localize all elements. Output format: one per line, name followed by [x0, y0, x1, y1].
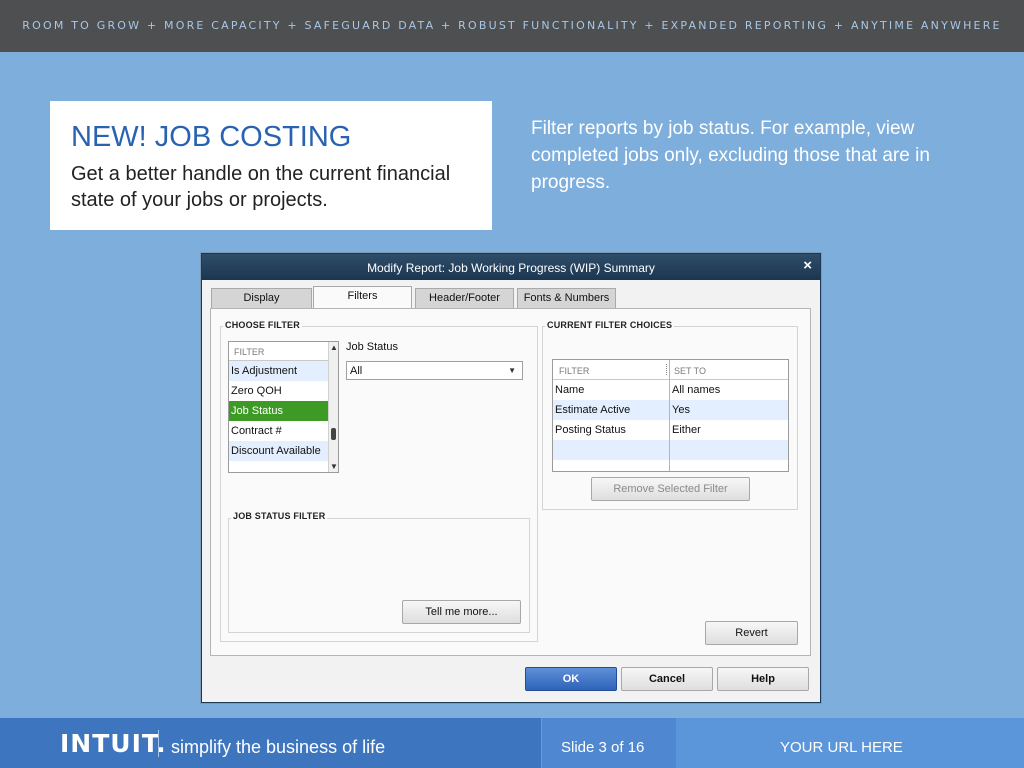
feature-callout: NEW! JOB COSTING Get a better handle on …	[50, 101, 492, 230]
row-set-to: All names	[672, 384, 721, 396]
chevron-down-icon: ▼	[508, 366, 516, 375]
footer-bar: INTUIT. simplify the business of life Sl…	[0, 718, 1024, 768]
help-button[interactable]: Help	[717, 667, 809, 691]
tab-filters[interactable]: Filters	[313, 286, 412, 309]
dialog-titlebar: Modify Report: Job Working Progress (WIP…	[202, 254, 820, 280]
current-filters-table[interactable]: FILTER SET TO Name All names Estimate Ac…	[552, 359, 789, 472]
dialog-title: Modify Report: Job Working Progress (WIP…	[367, 261, 655, 275]
slide-number: Slide 3 of 16	[561, 739, 645, 756]
filter-list-header: FILTER	[229, 342, 338, 361]
job-status-dropdown[interactable]: All ▼	[346, 361, 523, 380]
list-item[interactable]: Contract #	[229, 421, 338, 441]
table-row[interactable]	[553, 440, 788, 460]
list-item-selected[interactable]: Job Status	[229, 401, 338, 421]
list-item[interactable]: Is Adjustment	[229, 361, 338, 381]
callout-title: NEW! JOB COSTING	[71, 121, 352, 153]
callout-subtitle: Get a better handle on the current finan…	[71, 163, 451, 211]
scroll-down-icon[interactable]: ▼	[330, 462, 338, 471]
current-filters-label: CURRENT FILTER CHOICES	[545, 320, 675, 330]
filters-panel: CHOOSE FILTER FILTER Is Adjustment Zero …	[210, 308, 811, 656]
ok-button[interactable]: OK	[525, 667, 617, 691]
revert-button[interactable]: Revert	[705, 621, 798, 645]
table-row[interactable]: Estimate Active Yes	[553, 400, 788, 420]
banner-text: ROOM TO GROW + MORE CAPACITY + SAFEGUARD…	[22, 19, 1002, 32]
row-filter: Name	[555, 384, 585, 396]
footer-tagline: simplify the business of life	[171, 737, 386, 757]
remove-selected-filter-button[interactable]: Remove Selected Filter	[591, 477, 750, 501]
column-divider	[666, 364, 667, 375]
row-set-to: Either	[672, 424, 701, 436]
tell-me-more-button[interactable]: Tell me more...	[402, 600, 521, 624]
col-set-to-header: SET TO	[674, 366, 707, 376]
list-item[interactable]: Discount Available	[229, 441, 338, 461]
table-header: FILTER SET TO	[553, 360, 788, 380]
filter-list[interactable]: FILTER Is Adjustment Zero QOH Job Status…	[228, 341, 339, 473]
choose-filter-label: CHOOSE FILTER	[223, 320, 302, 330]
tab-display[interactable]: Display	[211, 288, 312, 309]
column-divider	[669, 360, 670, 471]
top-banner: ROOM TO GROW + MORE CAPACITY + SAFEGUARD…	[0, 0, 1024, 52]
footer-url: YOUR URL HERE	[780, 739, 903, 756]
footer-divider	[158, 730, 159, 757]
tab-header-footer[interactable]: Header/Footer	[415, 288, 514, 309]
row-filter: Estimate Active	[555, 404, 631, 416]
filter-list-scrollbar[interactable]: ▲ ▼	[328, 342, 338, 472]
table-row[interactable]: Posting Status Either	[553, 420, 788, 440]
row-filter: Posting Status	[555, 424, 626, 436]
cancel-button[interactable]: Cancel	[621, 667, 713, 691]
table-row[interactable]: Name All names	[553, 380, 788, 400]
feature-description: Filter reports by job status. For exampl…	[531, 118, 930, 193]
col-filter-header: FILTER	[559, 366, 590, 376]
scroll-thumb[interactable]	[331, 428, 336, 440]
intuit-logo: INTUIT.	[60, 729, 167, 758]
list-item[interactable]: Zero QOH	[229, 381, 338, 401]
scroll-up-icon[interactable]: ▲	[330, 343, 338, 352]
tab-fonts-numbers[interactable]: Fonts & Numbers	[517, 288, 616, 309]
dropdown-value: All	[350, 365, 363, 377]
modify-report-dialog: Modify Report: Job Working Progress (WIP…	[201, 253, 821, 703]
row-set-to: Yes	[672, 404, 690, 416]
table-row[interactable]	[553, 460, 788, 471]
job-status-filter-label: JOB STATUS FILTER	[231, 511, 328, 521]
close-icon[interactable]: ×	[803, 257, 812, 274]
job-status-label: Job Status	[346, 341, 398, 353]
